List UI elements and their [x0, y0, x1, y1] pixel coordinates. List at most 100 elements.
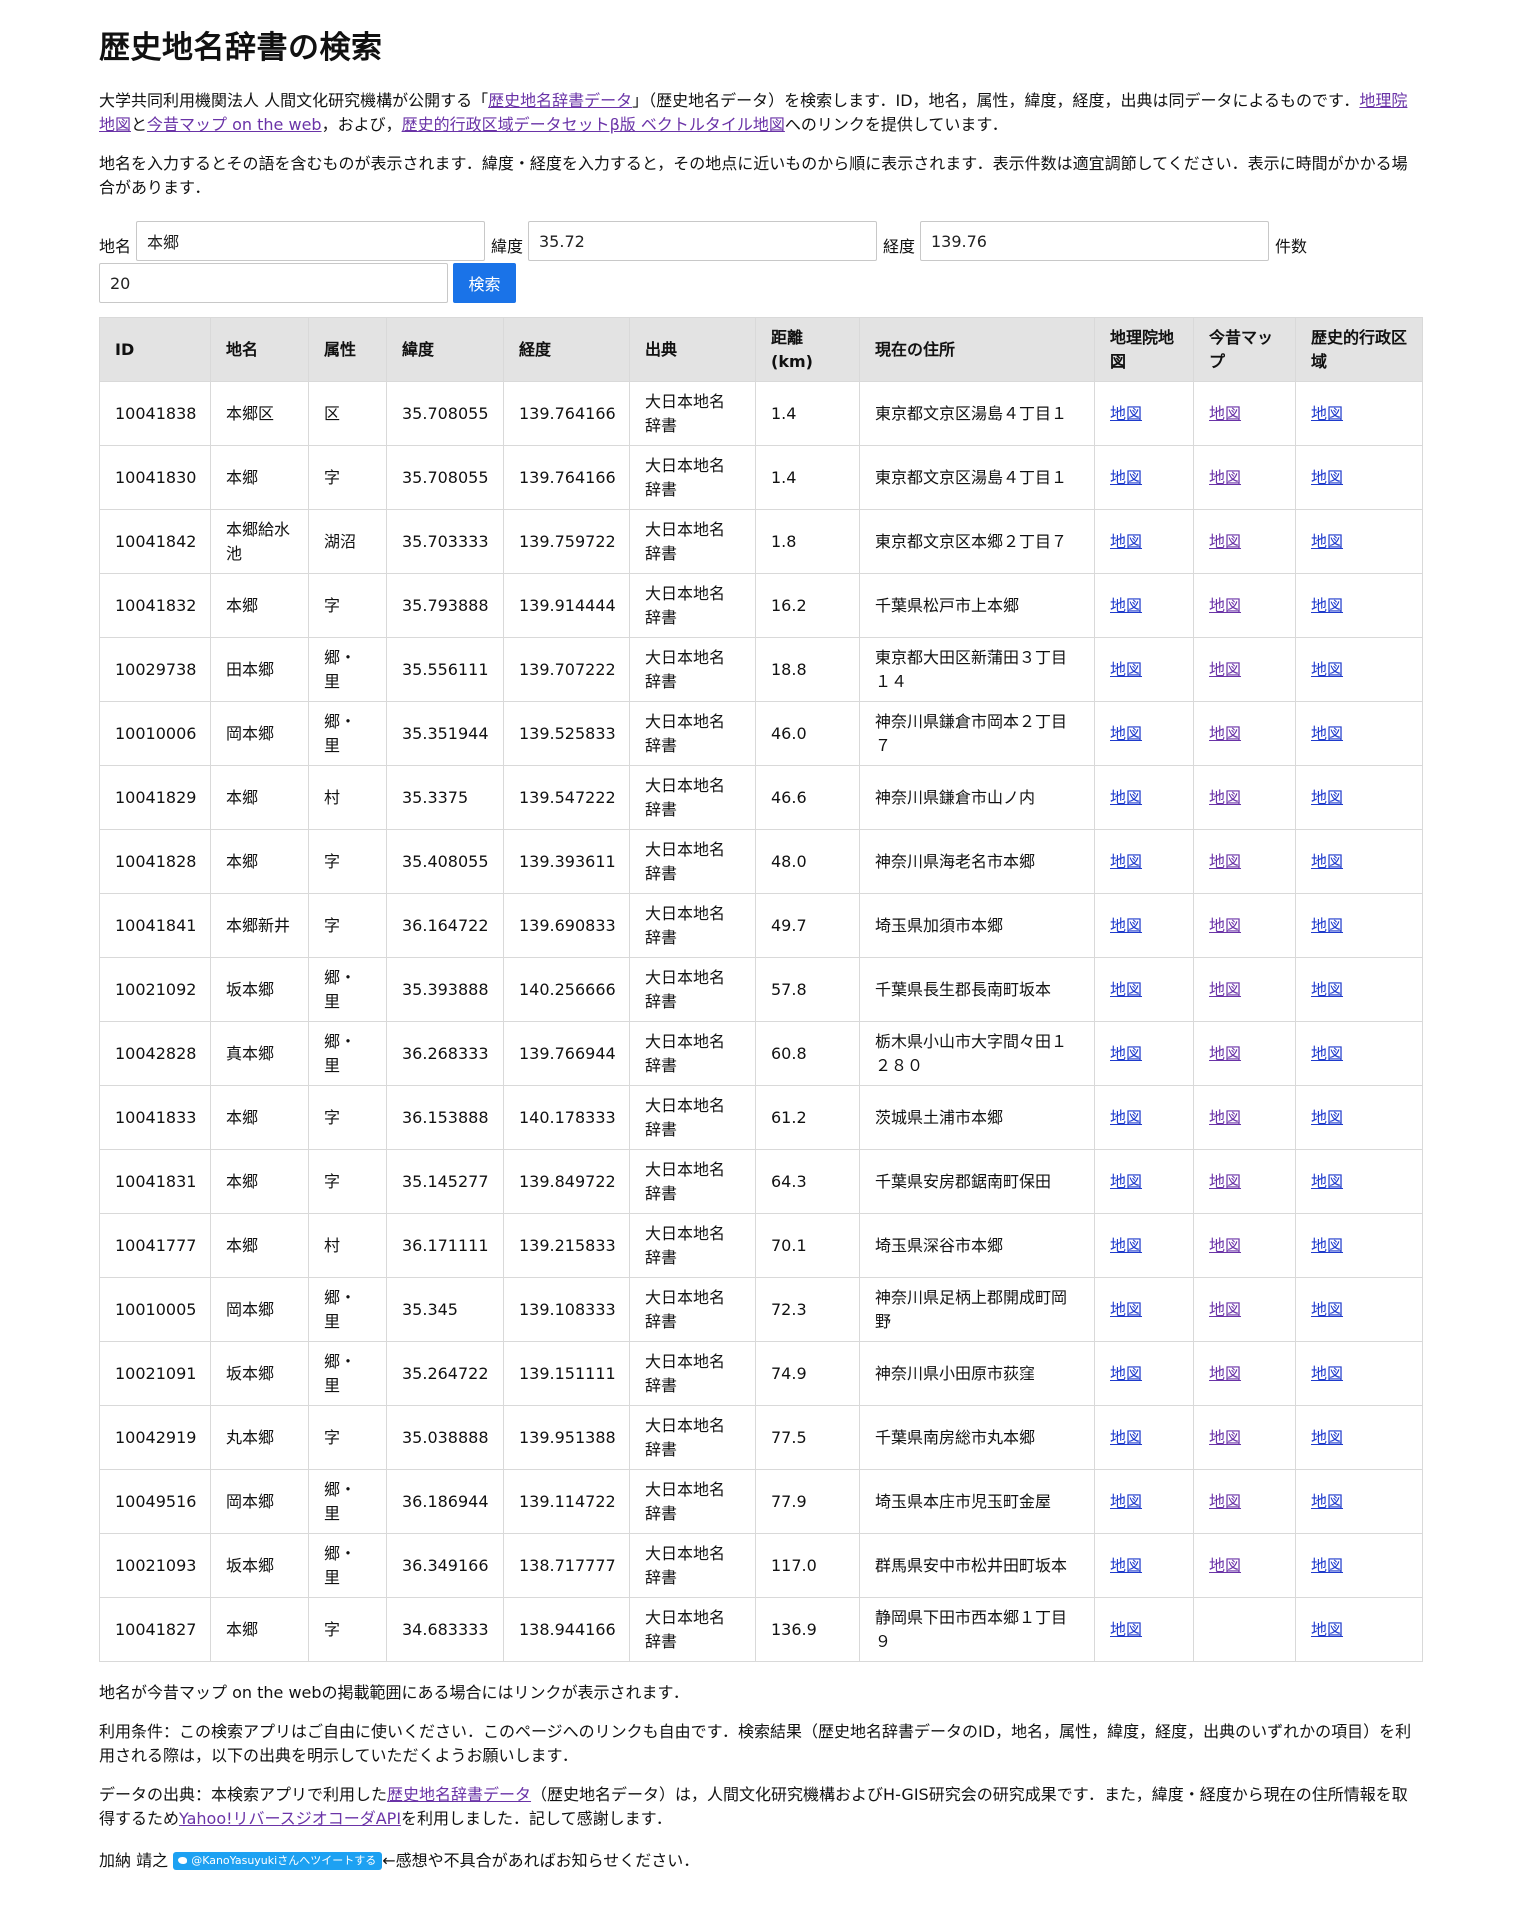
- cell-addr: 神奈川県海老名市本郷: [859, 829, 1095, 894]
- chiriin-map-link[interactable]: 地図: [1110, 1236, 1142, 1255]
- cell-dist: 18.8: [755, 637, 860, 702]
- historical-map-link[interactable]: 地図: [1311, 1364, 1343, 1383]
- cell-konjaku: 地図: [1193, 381, 1296, 446]
- historical-map-link[interactable]: 地図: [1311, 1300, 1343, 1319]
- historical-map-link[interactable]: 地図: [1311, 660, 1343, 679]
- cell-id: 10041832: [99, 573, 211, 638]
- rekishi-chimei-data-link[interactable]: 歴史地名辞書データ: [488, 91, 632, 110]
- lat-input[interactable]: [528, 221, 877, 261]
- konjaku-map-link[interactable]: 地図: [1209, 1300, 1241, 1319]
- konjaku-map-link[interactable]: 地図: [1209, 596, 1241, 615]
- chiriin-map-link[interactable]: 地図: [1110, 1492, 1142, 1511]
- chiriin-map-link[interactable]: 地図: [1110, 1556, 1142, 1575]
- chiriin-map-link[interactable]: 地図: [1110, 916, 1142, 935]
- konjaku-map-link[interactable]: 地図: [1209, 660, 1241, 679]
- chiriin-map-link[interactable]: 地図: [1110, 404, 1142, 423]
- konjaku-map-link[interactable]: 地図: [1209, 980, 1241, 999]
- historical-map-link[interactable]: 地図: [1311, 1172, 1343, 1191]
- cell-dist: 60.8: [755, 1021, 860, 1086]
- chiriin-map-link[interactable]: 地図: [1110, 1172, 1142, 1191]
- historical-map-link[interactable]: 地図: [1311, 596, 1343, 615]
- konjaku-map-link[interactable]: 地図: [1209, 1492, 1241, 1511]
- lon-input[interactable]: [920, 221, 1269, 261]
- konjaku-map-link[interactable]: 今昔マップ on the web: [147, 115, 322, 134]
- chiriin-map-link[interactable]: 地図: [1110, 468, 1142, 487]
- historical-map-link[interactable]: 地図: [1311, 1556, 1343, 1575]
- search-button[interactable]: 検索: [453, 263, 516, 303]
- historical-map-link[interactable]: 地図: [1311, 724, 1343, 743]
- cell-id: 10041842: [99, 509, 211, 574]
- cell-chiriin: 地図: [1094, 573, 1194, 638]
- konjaku-map-link[interactable]: 地図: [1209, 468, 1241, 487]
- chiriin-map-link[interactable]: 地図: [1110, 1300, 1142, 1319]
- historical-map-link[interactable]: 地図: [1311, 788, 1343, 807]
- cell-lat: 35.3375: [386, 765, 504, 830]
- chiriin-map-link[interactable]: 地図: [1110, 852, 1142, 871]
- historical-map-link[interactable]: 地図: [1311, 1492, 1343, 1511]
- cell-lon: 139.215833: [503, 1213, 630, 1278]
- cell-lon: 139.151111: [503, 1341, 630, 1406]
- historical-map-link[interactable]: 地図: [1311, 468, 1343, 487]
- chiriin-map-link[interactable]: 地図: [1110, 1364, 1142, 1383]
- chiriin-map-link[interactable]: 地図: [1110, 532, 1142, 551]
- konjaku-map-link[interactable]: 地図: [1209, 1364, 1241, 1383]
- cell-src: 大日本地名辞書: [629, 1021, 756, 1086]
- historical-map-link[interactable]: 地図: [1311, 1620, 1343, 1639]
- cell-historical: 地図: [1295, 1149, 1423, 1214]
- tweet-button[interactable]: @KanoYasuyukiさんへツイートする: [173, 1852, 383, 1870]
- cell-lat: 36.349166: [386, 1533, 504, 1598]
- source-data-link[interactable]: 歴史地名辞書データ: [387, 1785, 531, 1804]
- name-input[interactable]: [136, 221, 485, 261]
- chiriin-map-link[interactable]: 地図: [1110, 980, 1142, 999]
- konjaku-map-link[interactable]: 地図: [1209, 852, 1241, 871]
- konjaku-note: 地名が今昔マップ on the webの掲載範囲にある場合にはリンクが表示されま…: [99, 1683, 689, 1702]
- konjaku-map-link[interactable]: 地図: [1209, 916, 1241, 935]
- cell-lon: 138.717777: [503, 1533, 630, 1598]
- historical-map-link[interactable]: 地図: [1311, 980, 1343, 999]
- cell-dist: 49.7: [755, 893, 860, 958]
- chiriin-map-link[interactable]: 地図: [1110, 660, 1142, 679]
- konjaku-map-link[interactable]: 地図: [1209, 788, 1241, 807]
- konjaku-map-link[interactable]: 地図: [1209, 532, 1241, 551]
- table-row: 10041831 本郷字 35.145277 139.849722 大日本地名辞書 64.…: [99, 1149, 1423, 1214]
- historical-map-link[interactable]: 地図: [1311, 532, 1343, 551]
- chiriin-map-link[interactable]: 地図: [1110, 1044, 1142, 1063]
- chiriin-map-link[interactable]: 地図: [1110, 596, 1142, 615]
- konjaku-map-link[interactable]: 地図: [1209, 1044, 1241, 1063]
- cell-src: 大日本地名辞書: [629, 1469, 756, 1534]
- konjaku-map-link[interactable]: 地図: [1209, 1172, 1241, 1191]
- historical-map-link[interactable]: 地図: [1311, 1044, 1343, 1063]
- konjaku-map-link[interactable]: 地図: [1209, 1108, 1241, 1127]
- chiriin-map-link[interactable]: 地図: [1110, 1620, 1142, 1639]
- chiriin-map-link[interactable]: 地図: [1110, 788, 1142, 807]
- historical-map-link[interactable]: 地図: [1311, 916, 1343, 935]
- cell-attr: 湖沼: [308, 509, 387, 574]
- konjaku-map-link[interactable]: 地図: [1209, 1236, 1241, 1255]
- historical-map-link[interactable]: 地図: [1311, 852, 1343, 871]
- chiriin-map-link[interactable]: 地図: [1110, 1428, 1142, 1447]
- konjaku-map-link[interactable]: 地図: [1209, 404, 1241, 423]
- cell-historical: 地図: [1295, 893, 1423, 958]
- historical-map-link[interactable]: 地図: [1311, 1236, 1343, 1255]
- chiriin-map-link[interactable]: 地図: [1110, 724, 1142, 743]
- header-lat: 緯度: [386, 317, 504, 382]
- historical-map-link[interactable]: 地図: [1311, 1108, 1343, 1127]
- cell-lat: 35.345: [386, 1277, 504, 1342]
- historical-map-link[interactable]: 地図: [1311, 404, 1343, 423]
- results-body: 10041838 本郷区区 35.708055 139.764166 大日本地名辞書 1.…: [99, 381, 1423, 1662]
- konjaku-map-link[interactable]: 地図: [1209, 1428, 1241, 1447]
- cell-konjaku: 地図: [1193, 1149, 1296, 1214]
- chiriin-map-link[interactable]: 地図: [1110, 1108, 1142, 1127]
- count-input[interactable]: [99, 263, 448, 303]
- cell-src: 大日本地名辞書: [629, 829, 756, 894]
- yahoo-api-link[interactable]: Yahoo!リバースジオコーダAPI: [179, 1809, 401, 1828]
- cell-src: 大日本地名辞書: [629, 1149, 756, 1214]
- konjaku-map-link[interactable]: 地図: [1209, 1556, 1241, 1575]
- historical-district-link[interactable]: 歴史的行政区域データセットβ版 ベクトルタイル地図: [402, 115, 785, 134]
- cell-dist: 70.1: [755, 1213, 860, 1278]
- cell-konjaku: 地図: [1193, 1405, 1296, 1470]
- cell-name: 丸本郷: [210, 1405, 309, 1470]
- historical-map-link[interactable]: 地図: [1311, 1428, 1343, 1447]
- cell-dist: 117.0: [755, 1533, 860, 1598]
- konjaku-map-link[interactable]: 地図: [1209, 724, 1241, 743]
